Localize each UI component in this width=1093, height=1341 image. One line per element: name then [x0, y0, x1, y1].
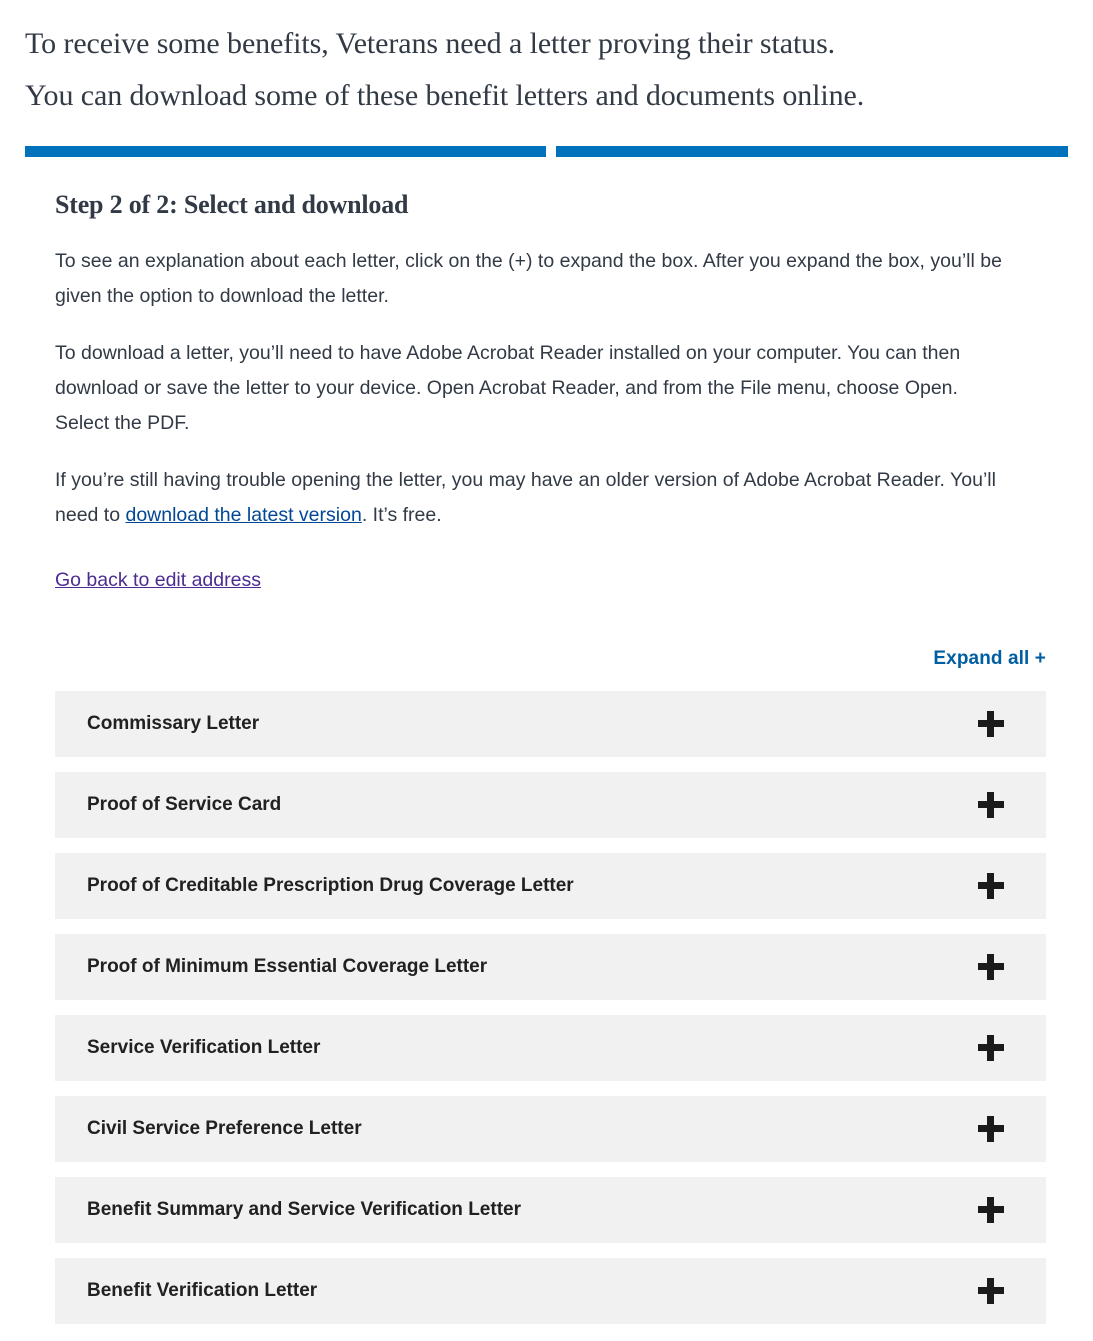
paragraph-3-text-after: . It’s free.	[361, 504, 442, 526]
plus-icon[interactable]	[978, 873, 1004, 899]
progress-bar	[25, 146, 1068, 157]
intro-heading: To receive some benefits, Veterans need …	[0, 0, 1093, 122]
accordion-label: Benefit Verification Letter	[87, 1280, 318, 1301]
progress-segment-1	[25, 146, 546, 157]
accordion-toggle-proof-of-minimum-essential-coverage-letter[interactable]: Proof of Minimum Essential Coverage Lett…	[55, 934, 1046, 1000]
accordion-toggle-commissary-letter[interactable]: Commissary Letter	[55, 691, 1046, 757]
accordion-item-benefit-verification-letter[interactable]: Benefit Verification Letter	[55, 1258, 1046, 1324]
intro-line-1: To receive some benefits, Veterans need …	[25, 27, 836, 60]
accordion-label: Civil Service Preference Letter	[87, 1118, 362, 1139]
progress-segment-2	[556, 146, 1068, 157]
letters-accordion: Commissary Letter Proof of Service Card …	[55, 691, 1046, 1339]
accordion-label: Proof of Minimum Essential Coverage Lett…	[87, 956, 488, 977]
accordion-label: Benefit Summary and Service Verification…	[87, 1199, 521, 1220]
plus-icon[interactable]	[978, 1116, 1004, 1142]
accordion-toggle-civil-service-preference-letter[interactable]: Civil Service Preference Letter	[55, 1096, 1046, 1162]
accordion-item-proof-of-minimum-essential-coverage-letter[interactable]: Proof of Minimum Essential Coverage Lett…	[55, 934, 1046, 1000]
plus-icon[interactable]	[978, 954, 1004, 980]
accordion-item-commissary-letter[interactable]: Commissary Letter	[55, 691, 1046, 757]
plus-icon[interactable]	[978, 1197, 1004, 1223]
page-title: Step 2 of 2: Select and download	[55, 190, 409, 219]
accordion-label: Commissary Letter	[87, 713, 260, 734]
step-content: Step 2 of 2: Select and download To see …	[55, 188, 1046, 595]
accordion-label: Proof of Service Card	[87, 794, 282, 815]
plus-icon[interactable]	[978, 792, 1004, 818]
plus-icon[interactable]	[978, 711, 1004, 737]
accordion-item-proof-of-creditable-prescription-drug-coverage-letter[interactable]: Proof of Creditable Prescription Drug Co…	[55, 853, 1046, 919]
accordion-toggle-service-verification-letter[interactable]: Service Verification Letter	[55, 1015, 1046, 1081]
accordion-toggle-benefit-summary-and-service-verification-letter[interactable]: Benefit Summary and Service Verification…	[55, 1177, 1046, 1243]
accordion-item-benefit-summary-and-service-verification-letter[interactable]: Benefit Summary and Service Verification…	[55, 1177, 1046, 1243]
accordion-toggle-benefit-verification-letter[interactable]: Benefit Verification Letter	[55, 1258, 1046, 1324]
benefit-letters-page: To receive some benefits, Veterans need …	[0, 0, 1093, 1341]
plus-icon[interactable]	[978, 1035, 1004, 1061]
plus-icon[interactable]	[978, 1278, 1004, 1304]
accordion-item-proof-of-service-card[interactable]: Proof of Service Card	[55, 772, 1046, 838]
instructions-paragraph-3: If you’re still having trouble opening t…	[55, 463, 1015, 533]
download-latest-version-link[interactable]: download the latest version	[125, 504, 361, 526]
accordion-toggle-proof-of-creditable-prescription-drug-coverage-letter[interactable]: Proof of Creditable Prescription Drug Co…	[55, 853, 1046, 919]
instructions-paragraph-2: To download a letter, you’ll need to hav…	[55, 342, 961, 434]
expand-all-button[interactable]: Expand all +	[933, 648, 1046, 670]
accordion-item-service-verification-letter[interactable]: Service Verification Letter	[55, 1015, 1046, 1081]
instructions-paragraph-1: To see an explanation about each letter,…	[55, 250, 1002, 307]
intro-line-2: You can download some of these benefit l…	[25, 79, 865, 112]
accordion-toggle-proof-of-service-card[interactable]: Proof of Service Card	[55, 772, 1046, 838]
go-back-to-edit-address-link[interactable]: Go back to edit address	[55, 565, 261, 595]
accordion-label: Service Verification Letter	[87, 1037, 321, 1058]
expand-all-row: Expand all +	[55, 648, 1046, 670]
progress-segment-gap	[546, 146, 556, 157]
accordion-item-civil-service-preference-letter[interactable]: Civil Service Preference Letter	[55, 1096, 1046, 1162]
accordion-label: Proof of Creditable Prescription Drug Co…	[87, 875, 574, 896]
